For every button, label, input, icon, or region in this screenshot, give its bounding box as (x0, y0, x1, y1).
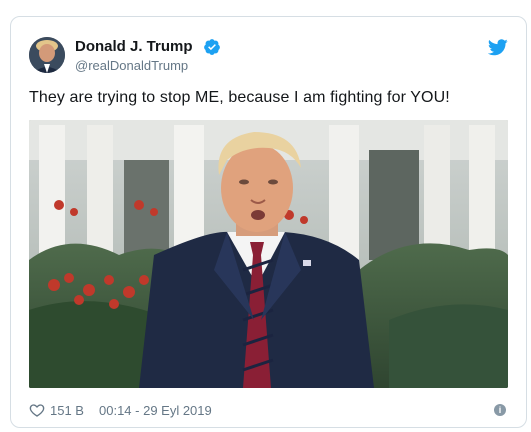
verified-badge-icon (204, 39, 220, 55)
twitter-bird-icon[interactable] (488, 39, 508, 56)
author-handle[interactable]: @realDonaldTrump (75, 58, 188, 73)
tweet-text: They are trying to stop ME, because I am… (29, 89, 450, 106)
author-name[interactable]: Donald J. Trump (75, 38, 193, 55)
avatar[interactable] (29, 37, 65, 73)
tweet-timestamp[interactable]: 00:14 - 29 Eyl 2019 (99, 403, 212, 418)
tweet-footer: 151 B 00:14 - 29 Eyl 2019 i (29, 402, 508, 420)
tweet-video-thumbnail[interactable] (29, 120, 508, 388)
heart-icon[interactable] (29, 402, 45, 418)
like-count[interactable]: 151 B (50, 403, 84, 418)
tweet-card[interactable]: Donald J. Trump @realDonaldTrump They ar… (10, 16, 527, 428)
info-icon[interactable]: i (494, 404, 506, 416)
